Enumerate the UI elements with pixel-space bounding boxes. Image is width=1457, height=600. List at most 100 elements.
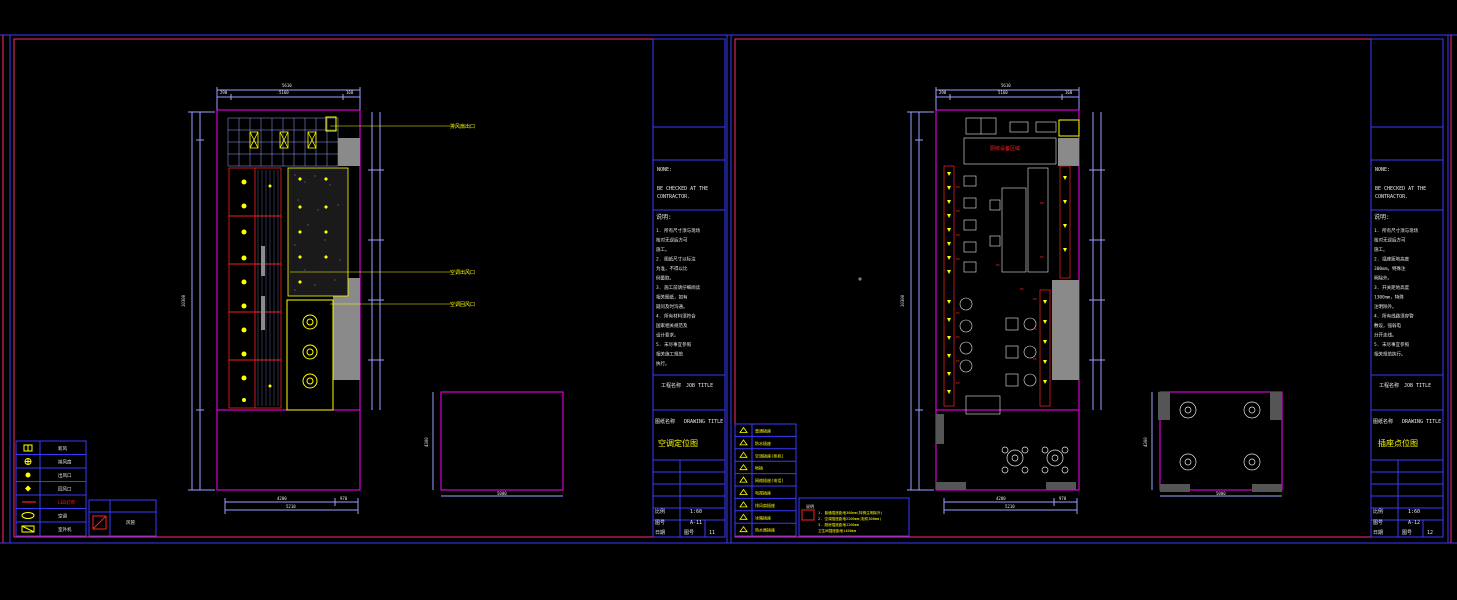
note-line: 1. 普通插座距地300mm(特殊注明除外): [818, 510, 883, 515]
note-line: 3. 厨房插座距地1200mm: [818, 522, 859, 527]
left-sheet-value: 11: [709, 530, 715, 536]
right-dim-top-b: 5160: [998, 90, 1008, 95]
left-note-label: NONE:: [657, 167, 672, 173]
right-notes-title: 说明: [806, 503, 814, 509]
explain-line: 分开走线。: [1374, 332, 1397, 339]
left-outdoor-dim-v: 4300: [424, 437, 429, 447]
legend-label: 防水插座: [755, 440, 771, 446]
legend-label: 地插: [755, 465, 763, 471]
svg-text:PD: PD: [956, 185, 960, 189]
left-scale-value: 1:60: [690, 509, 702, 515]
legend-label: 电视插座: [755, 490, 771, 496]
right-drawing-title-en: DRAWING TITLE: [1402, 419, 1441, 425]
svg-text:PD: PD: [1033, 357, 1037, 361]
left-dim-top-total: 5610: [282, 83, 292, 88]
svg-text:PD: PD: [1020, 287, 1024, 291]
right-sheet-value: 12: [1427, 530, 1433, 536]
legend-label: 网络插座(电话): [755, 477, 784, 483]
right-outdoor-dim-h: 5000: [1216, 491, 1226, 496]
legend-label: 排风扇: [58, 459, 72, 466]
left-drawingno-value: A-11: [690, 520, 702, 526]
right-explain-label: 说明:: [1374, 213, 1390, 221]
svg-text:PD: PD: [1033, 327, 1037, 331]
right-note-label: NONE:: [1375, 167, 1390, 173]
explain-line: 核对无误后方可: [656, 237, 688, 244]
right-dim-left-total: 10300: [900, 294, 905, 307]
svg-text:PD: PD: [956, 359, 960, 363]
left-sheet-label: 图号: [684, 530, 694, 536]
right-drawingno-label: 图号: [1373, 520, 1383, 526]
left-dim-bottom-total: 5210: [286, 504, 296, 509]
left-date-label: 日期: [655, 530, 665, 536]
left-dim-bottom-b: 970: [340, 496, 348, 501]
left-column-top: [338, 138, 360, 166]
cad-drawing-canvas[interactable]: NONE: BE CHECKED AT THE CONTRACTOR. 说明: …: [0, 0, 1457, 600]
explain-line: 相关规范执行。: [1374, 351, 1406, 358]
right-column-top: [1058, 138, 1079, 166]
right-kitchen-label: 厨房设备区域: [990, 145, 1020, 152]
svg-text:PD: PD: [956, 209, 960, 213]
explain-line: 核对无误后方可: [1374, 237, 1406, 244]
legend-label: 室外机: [58, 526, 72, 533]
right-date-label: 日期: [1373, 530, 1383, 536]
explain-line: 明除外。: [1374, 275, 1392, 282]
left-legend-small-label: 风管: [126, 519, 135, 526]
left-drawing-title-en: DRAWING TITLE: [684, 419, 723, 425]
legend-label: LED灯带: [58, 499, 76, 506]
left-callout-3: 空调回风口: [450, 301, 475, 308]
explain-line: 相关图纸，如有: [656, 294, 688, 301]
left-note-text-1: BE CHECKED AT THE: [657, 186, 708, 192]
explain-line: 4. 所有材料须符合: [656, 313, 696, 320]
left-dim-top-b: 5160: [279, 90, 289, 95]
explain-line: 300mm，特殊注: [1374, 265, 1406, 272]
left-scale-label: 比例: [655, 508, 665, 515]
left-explain-label: 说明:: [656, 213, 672, 221]
legend-label: 热水器插座: [755, 527, 775, 533]
explain-line: 3. 开关距地高度: [1374, 284, 1410, 291]
legend-label: 空调: [58, 513, 67, 520]
explain-line: 施工。: [656, 246, 670, 253]
left-job-title: JOB TITLE: [686, 383, 713, 389]
legend-label: 出风口: [58, 472, 72, 479]
explain-line: 1300mm，特殊: [1374, 294, 1404, 301]
svg-text:PD: PD: [956, 257, 960, 261]
left-dim-top-c: 160: [346, 90, 354, 95]
left-partition-2: [261, 296, 265, 330]
left-partition-1: [261, 246, 265, 276]
fan-icon: [24, 458, 32, 465]
explain-line: 3. 施工前请仔细阅读: [656, 284, 701, 291]
left-callout-1: 排风扇出口: [450, 123, 475, 130]
left-dim-left-total: 10300: [181, 294, 186, 307]
left-drawingno-label: 图号: [655, 520, 665, 526]
explain-line: 国家相关规范及: [656, 322, 688, 329]
explain-line: 1. 所有尺寸须与现场: [656, 227, 701, 234]
right-drawing-label: 图纸名称: [1373, 418, 1393, 425]
right-sheet-label: 图号: [1402, 530, 1412, 536]
explain-line: 2. 图纸尺寸以标注: [656, 256, 696, 263]
explain-line: 敷设，强弱电: [1374, 322, 1401, 329]
explain-line: 4. 所有线路须穿管: [1374, 313, 1414, 320]
explain-line: 设计要求。: [656, 332, 679, 339]
right-dim-top-total: 5610: [1001, 83, 1011, 88]
explain-line: 执行。: [656, 360, 670, 367]
legend-label: 排风扇插座: [755, 502, 775, 508]
legend-label: 回风口: [58, 487, 72, 493]
explain-line: 2. 插座距地高度: [1374, 256, 1410, 263]
explain-line: 为准，不得以比: [656, 265, 688, 272]
svg-text:PD: PD: [996, 263, 1000, 267]
right-dim-top-c: 160: [1065, 90, 1073, 95]
legend-label: 空调插座(柜机): [755, 452, 784, 458]
explain-line: 注明除外。: [1374, 303, 1397, 310]
svg-text:PD: PD: [956, 311, 960, 315]
right-column-mid: [1052, 280, 1079, 380]
right-note-text-1: BE CHECKED AT THE: [1375, 186, 1426, 192]
right-drawingno-value: A-12: [1408, 520, 1420, 526]
svg-text:PD: PD: [1033, 297, 1037, 301]
left-drawing-label: 图纸名称: [655, 418, 675, 425]
left-project-label: 工程名称: [661, 382, 681, 389]
svg-text:PD: PD: [956, 381, 960, 385]
diffuser-icon: [25, 472, 31, 478]
legend-label: 新风: [58, 445, 67, 452]
left-note-text-2: CONTRACTOR.: [657, 194, 690, 200]
right-scale-label: 比例: [1373, 508, 1383, 515]
